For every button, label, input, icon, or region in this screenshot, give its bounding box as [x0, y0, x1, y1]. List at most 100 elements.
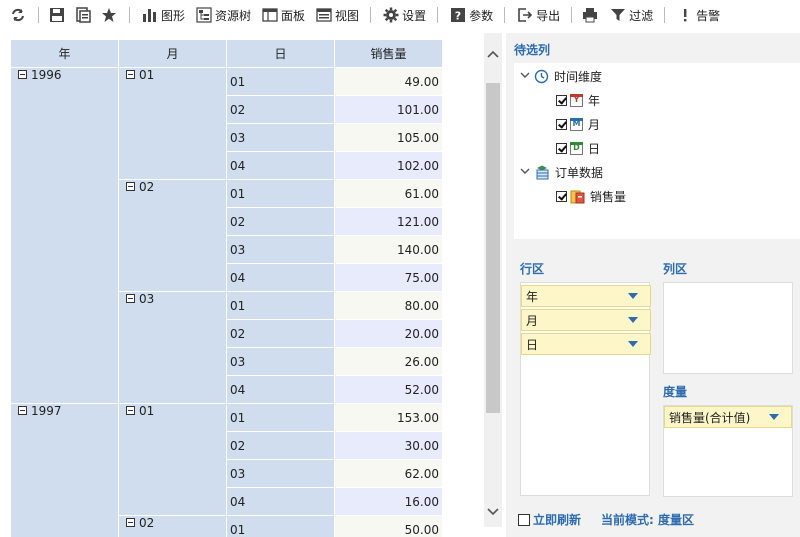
- day-checkbox[interactable]: [556, 142, 567, 154]
- tree-node-month[interactable]: M 月: [556, 114, 600, 134]
- save-button[interactable]: [45, 3, 71, 27]
- panel-button[interactable]: 面板: [256, 3, 310, 27]
- refresh-icon: [9, 6, 27, 24]
- collapse-icon[interactable]: [126, 70, 135, 79]
- tree-node-order-data[interactable]: 订单数据: [520, 162, 603, 182]
- panel-button-label: 面板: [281, 8, 306, 23]
- chart-button[interactable]: 图形: [136, 3, 190, 27]
- refresh-now-checkbox[interactable]: [518, 513, 530, 526]
- favorite-button[interactable]: [97, 3, 123, 27]
- value-cell: 62.00: [334, 459, 442, 488]
- month-label: 03: [139, 292, 155, 306]
- table-row: 1996 01 01 49.00: [10, 67, 442, 404]
- day-cell: 01: [226, 67, 335, 96]
- year-checkbox[interactable]: [556, 94, 567, 106]
- row-item-day[interactable]: 日: [521, 333, 651, 355]
- month-group-cell: 01: [118, 403, 227, 516]
- collapse-icon[interactable]: [126, 518, 135, 527]
- view-button[interactable]: 视图: [310, 3, 364, 27]
- day-cell: 01: [226, 179, 335, 208]
- tree-node-sales[interactable]: 销售量: [556, 186, 626, 206]
- tree-node-label: 月: [588, 117, 601, 132]
- year-field-icon: Y: [570, 93, 583, 107]
- collapse-icon[interactable]: [126, 406, 135, 415]
- print-button[interactable]: [578, 3, 604, 27]
- day-field-icon: D: [570, 141, 583, 155]
- toolbar-separator: [504, 7, 506, 23]
- day-cell: 01: [226, 291, 335, 320]
- day-cell: 04: [226, 263, 335, 292]
- tree-node-day[interactable]: D 日: [556, 138, 600, 158]
- row-item-label: 日: [526, 337, 539, 352]
- toolbar-separator: [129, 7, 130, 23]
- column-zone[interactable]: [663, 282, 793, 374]
- collapse-icon[interactable]: [18, 70, 27, 79]
- scroll-down-arrow-icon[interactable]: [484, 503, 502, 521]
- pivot-table: 年 月 日 销售量 1996 01 01 49.00 02 101.00 03 …: [10, 39, 442, 537]
- alert-button[interactable]: 告警: [671, 3, 725, 27]
- measure-zone-title: 度量: [663, 385, 688, 399]
- month-label: 02: [139, 516, 155, 530]
- print-icon: [581, 6, 599, 24]
- month-group-cell: 03: [118, 291, 227, 404]
- value-cell: 61.00: [334, 179, 442, 208]
- value-cell: 75.00: [334, 263, 442, 292]
- tree-node-time-dimension[interactable]: 时间维度: [520, 66, 602, 86]
- tree-node-label: 销售量: [590, 189, 627, 204]
- row-item-month[interactable]: 月: [521, 309, 651, 331]
- resource-tree-button-label: 资源树: [215, 8, 252, 23]
- current-mode-label: 当前模式: 度量区: [601, 513, 694, 527]
- tree-node-label: 年: [588, 93, 601, 108]
- filter-button[interactable]: 过滤: [604, 3, 658, 27]
- chevron-down-icon[interactable]: [520, 71, 530, 82]
- measure-zone[interactable]: 销售量(合计值): [663, 405, 793, 497]
- row-item-year[interactable]: 年: [521, 285, 651, 307]
- month-group-cell: 02: [118, 515, 227, 537]
- tree-node-label: 订单数据: [555, 165, 604, 180]
- scroll-up-arrow-icon[interactable]: [484, 45, 502, 63]
- dropdown-arrow-icon[interactable]: [769, 414, 779, 420]
- candidates-title: 待选列: [514, 43, 551, 57]
- collapse-icon[interactable]: [126, 294, 135, 303]
- params-button[interactable]: ? 参数: [444, 3, 498, 27]
- clock-icon: [534, 69, 549, 84]
- toolbar-separator: [664, 7, 666, 23]
- month-group-cell: 01: [118, 67, 227, 180]
- view-icon: [315, 6, 333, 24]
- column-header-day[interactable]: 日: [226, 39, 335, 68]
- collapse-icon[interactable]: [126, 182, 135, 191]
- tree-node-year[interactable]: Y 年: [556, 90, 600, 110]
- save-as-button[interactable]: [71, 3, 97, 27]
- chevron-down-icon[interactable]: [520, 167, 530, 178]
- day-cell: 02: [226, 431, 335, 460]
- dropdown-arrow-icon[interactable]: [628, 293, 638, 299]
- export-button-label: 导出: [536, 8, 561, 23]
- month-label: 01: [139, 404, 155, 418]
- vertical-scrollbar[interactable]: [484, 33, 502, 527]
- resource-tree-button[interactable]: 资源树: [190, 3, 256, 27]
- column-header-month[interactable]: 月: [118, 39, 227, 68]
- refresh-button[interactable]: [6, 3, 32, 27]
- month-checkbox[interactable]: [556, 118, 567, 130]
- column-zone-title: 列区: [663, 262, 688, 276]
- day-cell: 03: [226, 347, 335, 376]
- refresh-now-label[interactable]: 立即刷新: [533, 511, 581, 528]
- dropdown-arrow-icon[interactable]: [628, 317, 638, 323]
- year-group-cell: 1996: [10, 67, 119, 404]
- pivot-grid: 年 月 日 销售量 1996 01 01 49.00 02 101.00 03 …: [10, 39, 442, 537]
- value-cell: 16.00: [334, 487, 442, 516]
- column-header-sales[interactable]: 销售量: [334, 39, 442, 68]
- sales-checkbox[interactable]: [556, 190, 567, 202]
- scrollbar-thumb[interactable]: [486, 83, 500, 413]
- column-header-year[interactable]: 年: [10, 39, 119, 68]
- settings-button[interactable]: 设置: [377, 3, 431, 27]
- measure-item-label: 销售量(合计值): [669, 410, 751, 425]
- measure-item-sales[interactable]: 销售量(合计值): [664, 406, 792, 428]
- value-cell: 121.00: [334, 207, 442, 236]
- panel-icon: [261, 6, 279, 24]
- collapse-icon[interactable]: [18, 406, 27, 415]
- dropdown-arrow-icon[interactable]: [628, 341, 638, 347]
- row-zone[interactable]: 年 月 日: [520, 282, 651, 496]
- toolbar-separator: [437, 7, 439, 23]
- export-button[interactable]: 导出: [511, 3, 565, 27]
